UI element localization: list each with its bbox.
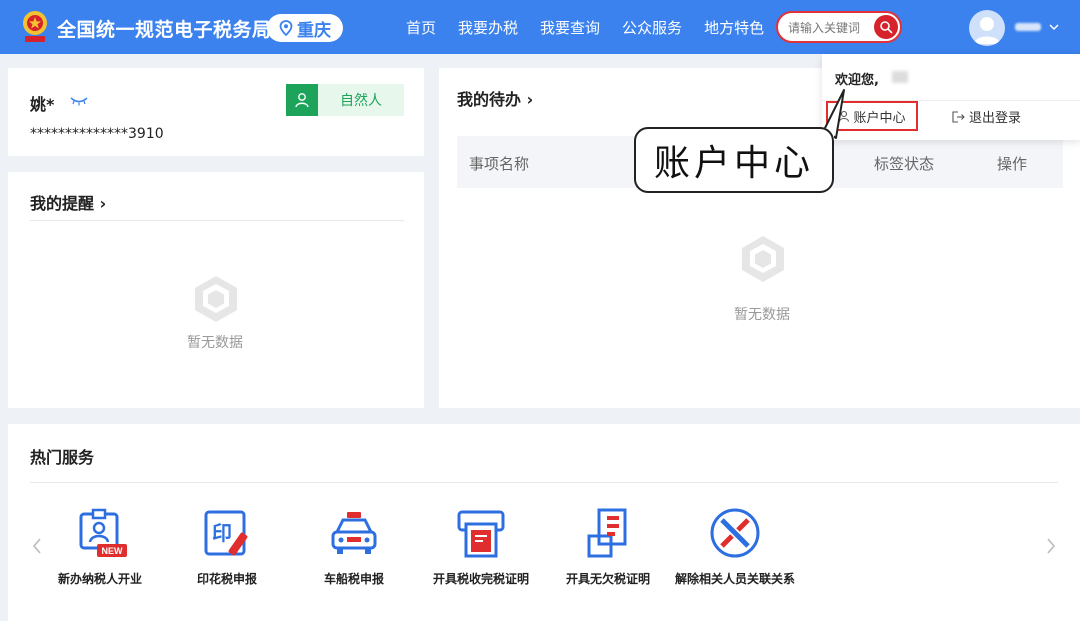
- account-center-label: 账户中心: [853, 110, 906, 126]
- callout-annotation: 账户中心: [634, 127, 834, 193]
- stamp-tax-icon: 印: [204, 510, 248, 556]
- hot-services-title: 热门服务: [30, 448, 95, 467]
- service-unlink-persons[interactable]: 解除相关人员关联关系: [673, 506, 797, 586]
- service-new-taxpayer[interactable]: NEW 新办纳税人开业: [38, 506, 162, 586]
- eye-closed-icon[interactable]: [70, 96, 88, 106]
- unlink-icon: [710, 508, 760, 558]
- todo-title[interactable]: 我的待办 ›: [457, 86, 533, 110]
- service-label: 印花税申报: [196, 572, 257, 586]
- service-vehicle-tax[interactable]: 车船税申报: [292, 506, 416, 586]
- logout-menu-item[interactable]: 退出登录: [952, 107, 1021, 126]
- service-label: 开具税收完税证明: [432, 572, 529, 586]
- hot-services-card: 热门服务 NEW 新办纳税人开业 印 印花税申报 车船税申报 开具税收完税证明 …: [8, 424, 1080, 621]
- welcome-text: 欢迎您,: [835, 73, 879, 88]
- top-header: 全国统一规范电子税务局 重庆 首页 我要办税 我要查询 公众服务 地方特色: [0, 0, 1080, 54]
- reminders-empty-text: 暂无数据: [187, 335, 243, 351]
- service-no-arrears[interactable]: 开具无欠税证明: [546, 506, 670, 586]
- user-info-card: 姚* **************3910 自然人: [8, 68, 424, 156]
- region-label: 重庆: [297, 20, 331, 41]
- user-name-blurred[interactable]: [1015, 23, 1041, 31]
- nav-home[interactable]: 首页: [406, 17, 436, 38]
- new-badge-text: NEW: [102, 546, 124, 556]
- stamp-char: 印: [212, 521, 232, 545]
- service-label: 新办纳税人开业: [57, 572, 142, 586]
- main-nav: 首页 我要办税 我要查询 公众服务 地方特色: [395, 0, 775, 54]
- no-arrears-icon: [587, 508, 627, 558]
- chevron-right-icon: ›: [99, 194, 107, 213]
- user-id-masked: **************3910: [30, 126, 164, 142]
- search-box: [776, 11, 902, 43]
- welcome-name-blurred: [892, 71, 908, 83]
- site-title[interactable]: 全国统一规范电子税务局: [57, 15, 272, 42]
- empty-box-icon: [742, 236, 784, 282]
- reminders-title[interactable]: 我的提醒 ›: [30, 190, 106, 214]
- service-label: 开具无欠税证明: [565, 572, 650, 586]
- user-avatar-icon: [974, 17, 1000, 44]
- service-label: 车船税申报: [323, 572, 384, 586]
- service-label: 解除相关人员关联关系: [674, 572, 795, 586]
- tax-certificate-icon: [457, 510, 505, 558]
- new-taxpayer-icon: NEW: [79, 508, 127, 557]
- tax-emblem-icon: [23, 11, 47, 42]
- user-avatar[interactable]: [969, 10, 1005, 46]
- col-tag-status: 标签状态: [874, 155, 935, 173]
- divider: [30, 482, 1058, 483]
- divider: [30, 220, 404, 221]
- empty-box-icon: [195, 276, 237, 322]
- search-icon: [880, 21, 893, 34]
- col-operation: 操作: [997, 155, 1028, 173]
- chevron-right-icon: ›: [526, 90, 534, 109]
- user-type-label: 自然人: [340, 93, 382, 109]
- chevron-down-icon[interactable]: [1047, 20, 1061, 34]
- user-dropdown-menu: 欢迎您, 账户中心 退出登录: [822, 54, 1080, 140]
- carousel-next-icon[interactable]: [1044, 536, 1058, 556]
- user-type-badge: 自然人: [286, 84, 404, 116]
- person-icon: [286, 84, 318, 116]
- col-item-name: 事项名称: [469, 155, 530, 173]
- user-name: 姚*: [30, 95, 55, 114]
- nav-query[interactable]: 我要查询: [540, 17, 600, 38]
- service-stamp-tax[interactable]: 印 印花税申报: [165, 506, 289, 586]
- region-selector[interactable]: 重庆: [267, 14, 343, 42]
- location-pin-icon: [279, 20, 293, 36]
- service-tax-certificate[interactable]: 开具税收完税证明: [419, 506, 543, 586]
- search-button[interactable]: [874, 15, 898, 39]
- logout-label: 退出登录: [969, 111, 1022, 126]
- vehicle-tax-icon: [331, 512, 377, 554]
- todo-empty-text: 暂无数据: [734, 307, 790, 323]
- nav-handle-tax[interactable]: 我要办税: [458, 17, 518, 38]
- nav-public-service[interactable]: 公众服务: [622, 17, 682, 38]
- nav-local-features[interactable]: 地方特色: [704, 17, 764, 38]
- search-input[interactable]: [788, 19, 872, 37]
- logout-icon: [952, 110, 965, 123]
- reminders-card: 我的提醒 › 暂无数据: [8, 172, 424, 408]
